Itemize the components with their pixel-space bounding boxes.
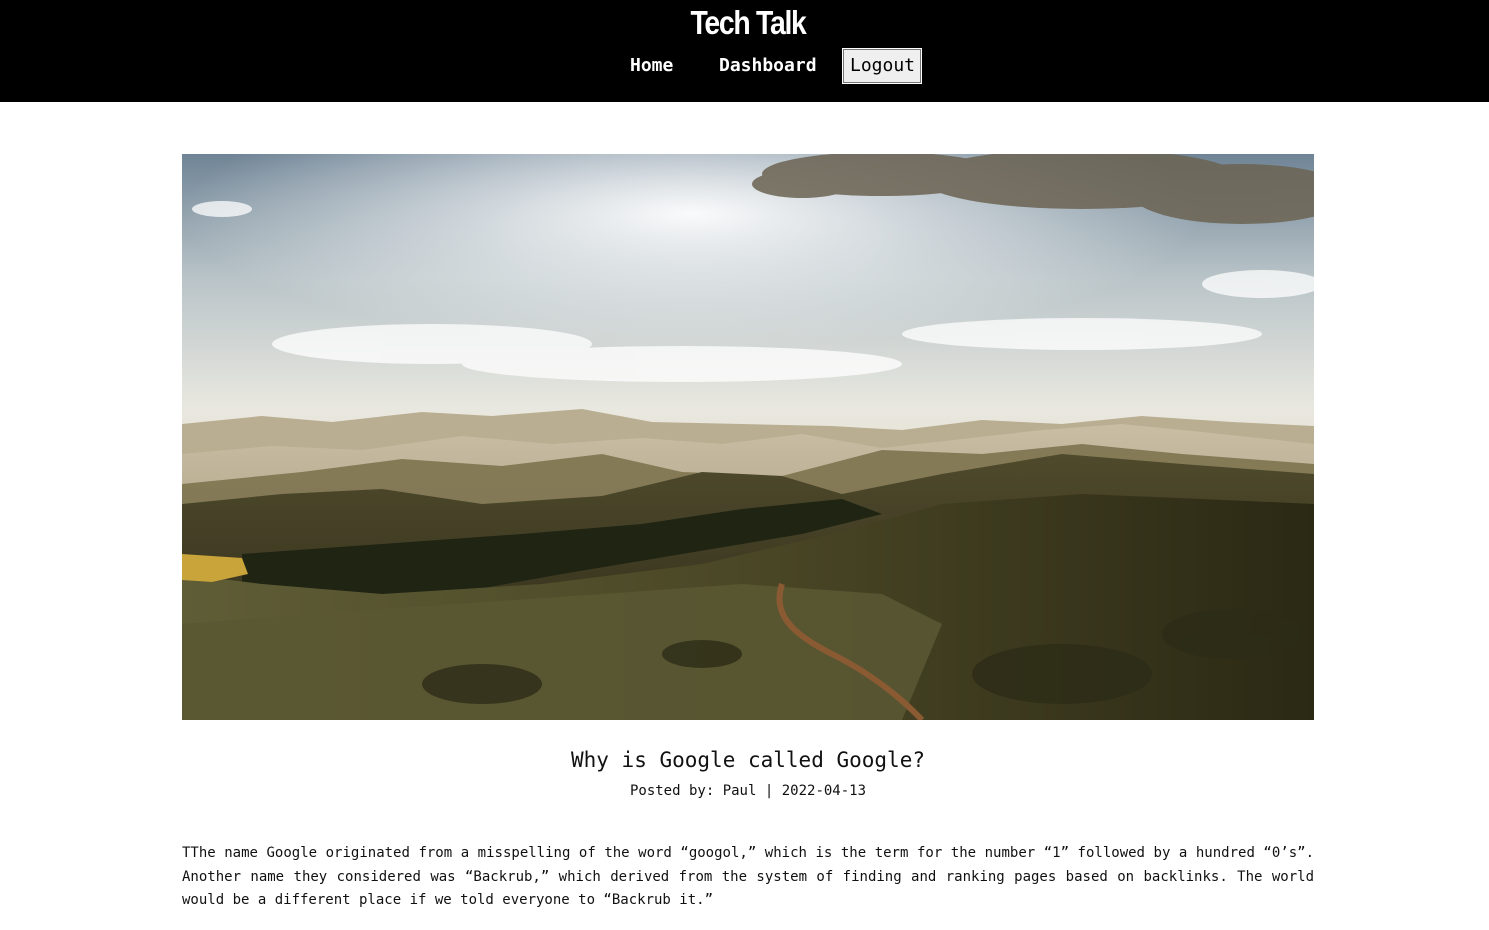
post-meta: Posted by: Paul | 2022-04-13 <box>0 781 1489 801</box>
landscape-image <box>182 154 1314 720</box>
post-body: TThe name Google originated from a missp… <box>182 845 1314 908</box>
site-title: Tech Talk <box>690 4 806 41</box>
nav-dashboard-link[interactable]: Dashboard <box>719 55 817 77</box>
post-meta-prefix: Posted by: <box>629 783 715 799</box>
post-date: 2022-04-13 <box>781 783 867 799</box>
post-title: Why is Google called Google? <box>570 748 925 772</box>
post-author: Paul <box>722 783 757 799</box>
post-hero-image <box>182 154 1314 720</box>
post-meta-separator: | <box>764 783 774 799</box>
logout-button[interactable]: Logout <box>842 48 922 84</box>
nav-home-link[interactable]: Home <box>630 55 673 77</box>
site-header: Tech Talk Home Dashboard Logout <box>0 0 1489 102</box>
